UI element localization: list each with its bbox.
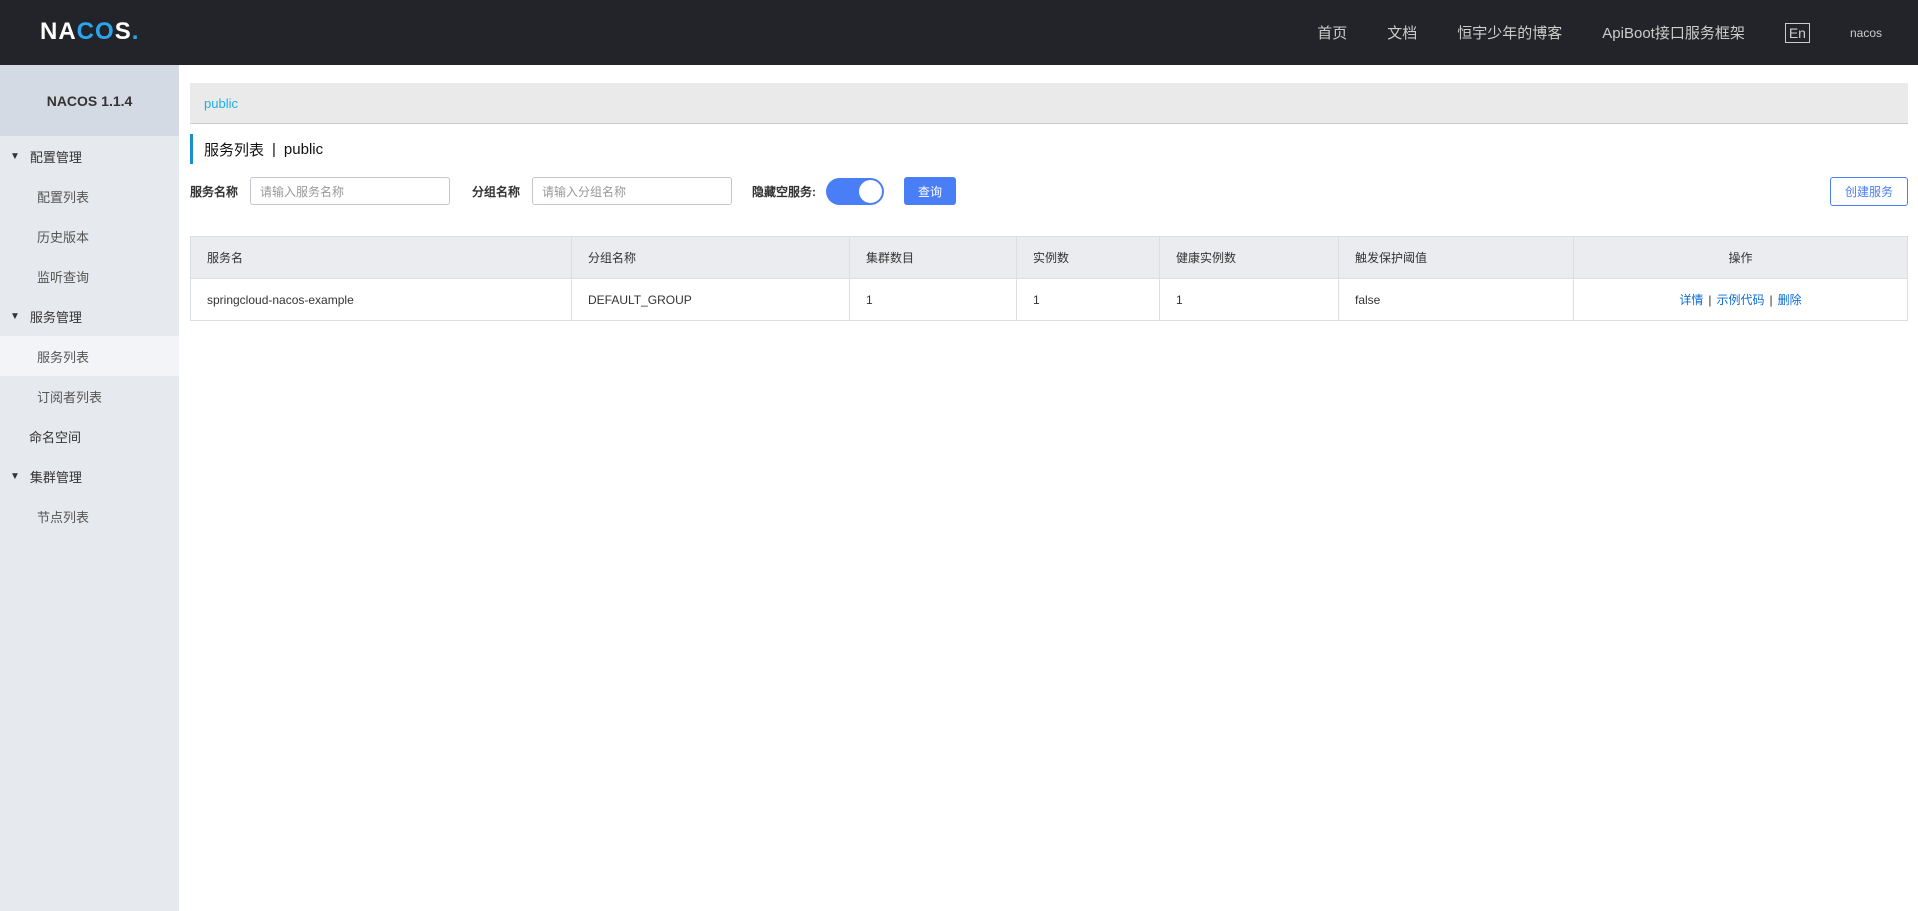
nacos-logo[interactable]: NACOS. <box>40 18 139 46</box>
create-service-button[interactable]: 创建服务 <box>1829 177 1908 206</box>
column-header: 健康实例数 <box>1159 236 1339 279</box>
main-content: public 服务列表 | public 服务名称 请输入服务名称 分组名称 请… <box>190 65 1908 321</box>
hide-empty-label: 隐藏空服务: <box>752 184 817 199</box>
top-navbar: NACOS. 首页 文档 恒宇少年的博客 ApiBoot接口服务框架 En na… <box>0 0 1918 65</box>
sidebar-item-label: 订阅者列表 <box>37 389 103 405</box>
user-menu[interactable]: nacos <box>1850 26 1882 40</box>
sidebar-item-label: 配置列表 <box>37 189 90 205</box>
language-switch-button[interactable]: En <box>1784 22 1810 43</box>
sidebar-title: NACOS 1.1.4 <box>0 65 179 136</box>
breadcrumb-namespace[interactable]: public <box>204 96 238 111</box>
breadcrumb: public <box>190 83 1908 124</box>
hide-empty-toggle[interactable] <box>826 177 885 205</box>
caret-down-icon: ▼ <box>10 310 20 322</box>
group-name-input[interactable]: 请输入分组名称 <box>532 177 733 205</box>
table-cell: 1 <box>1016 278 1160 321</box>
page-title: 服务列表 | public <box>190 134 1908 164</box>
nav-docs[interactable]: 文档 <box>1387 22 1417 43</box>
sidebar-item[interactable]: ▼ 配置管理 <box>0 136 179 176</box>
title-separator: | <box>272 140 276 158</box>
sidebar-item[interactable]: 命名空间 <box>0 416 179 456</box>
column-header: 集群数目 <box>849 236 1017 279</box>
top-nav: 首页 文档 恒宇少年的博客 ApiBoot接口服务框架 En nacos <box>1317 0 1918 65</box>
service-name-input[interactable]: 请输入服务名称 <box>250 177 451 205</box>
service-name-label: 服务名称 <box>190 184 239 199</box>
column-header: 触发保护阈值 <box>1338 236 1574 279</box>
filter-bar: 服务名称 请输入服务名称 分组名称 请输入分组名称 隐藏空服务: 查询 创建服务 <box>190 177 1908 206</box>
sidebar-item-label: 配置管理 <box>29 149 82 165</box>
sidebar-item[interactable]: 配置列表 <box>0 176 179 216</box>
sidebar-item[interactable]: 订阅者列表 <box>0 376 179 416</box>
sidebar-item[interactable]: ▼ 集群管理 <box>0 456 179 496</box>
query-button[interactable]: 查询 <box>904 177 957 205</box>
table-cell: false <box>1338 278 1574 321</box>
separator: | <box>1708 293 1712 307</box>
sidebar-item-label: 节点列表 <box>37 509 90 525</box>
sidebar-item[interactable]: 监听查询 <box>0 256 179 296</box>
table-row: springcloud-nacos-example DEFAULT_GROUP 1 1… <box>190 278 1908 321</box>
nav-blog[interactable]: 恒宇少年的博客 <box>1457 22 1562 43</box>
sidebar: NACOS 1.1.4 ▼ 配置管理配置列表历史版本监听查询 ▼ 服务管理服务列表订阅… <box>0 65 179 911</box>
sidebar-item[interactable]: 历史版本 <box>0 216 179 256</box>
actions-cell: 详情 | 示例代码 | 删除 <box>1573 278 1908 321</box>
table-header-row: 服务名 分组名称 集群数目 实例数 健康实例数 触发保护阈值 操作 <box>190 236 1908 279</box>
sidebar-item[interactable]: 节点列表 <box>0 496 179 536</box>
sample-code-link[interactable]: 示例代码 <box>1716 293 1764 307</box>
group-name-label: 分组名称 <box>472 184 521 199</box>
caret-down-icon: ▼ <box>10 470 20 482</box>
sidebar-item-label: 历史版本 <box>37 229 90 245</box>
sidebar-item-label: 集群管理 <box>29 469 82 485</box>
caret-down-icon: ▼ <box>10 150 20 162</box>
separator: | <box>1769 293 1773 307</box>
column-header: 分组名称 <box>571 236 850 279</box>
table-cell: 1 <box>1159 278 1339 321</box>
table-cell: DEFAULT_GROUP <box>571 278 850 321</box>
sidebar-item-label: 服务管理 <box>29 309 82 325</box>
sidebar-item[interactable]: ▼ 服务管理 <box>0 296 179 336</box>
sidebar-item-label: 服务列表 <box>37 349 90 365</box>
sidebar-item[interactable]: 服务列表 <box>0 336 179 376</box>
toggle-knob <box>859 179 883 203</box>
column-header: 服务名 <box>190 236 572 279</box>
service-table: 服务名 分组名称 集群数目 实例数 健康实例数 触发保护阈值 操作 springcloud-… <box>190 236 1908 321</box>
column-header: 操作 <box>1573 236 1908 279</box>
column-header: 实例数 <box>1016 236 1160 279</box>
detail-link[interactable]: 详情 <box>1679 293 1703 307</box>
page-title-text: 服务列表 <box>204 141 265 159</box>
table-cell: 1 <box>849 278 1017 321</box>
delete-link[interactable]: 删除 <box>1778 293 1802 307</box>
sidebar-item-label: 监听查询 <box>37 269 90 285</box>
page-title-namespace: public <box>283 140 324 158</box>
table-cell: springcloud-nacos-example <box>190 278 572 321</box>
nav-home[interactable]: 首页 <box>1317 22 1347 43</box>
sidebar-item-label: 命名空间 <box>29 429 82 445</box>
nav-apiboot[interactable]: ApiBoot接口服务框架 <box>1602 22 1745 43</box>
